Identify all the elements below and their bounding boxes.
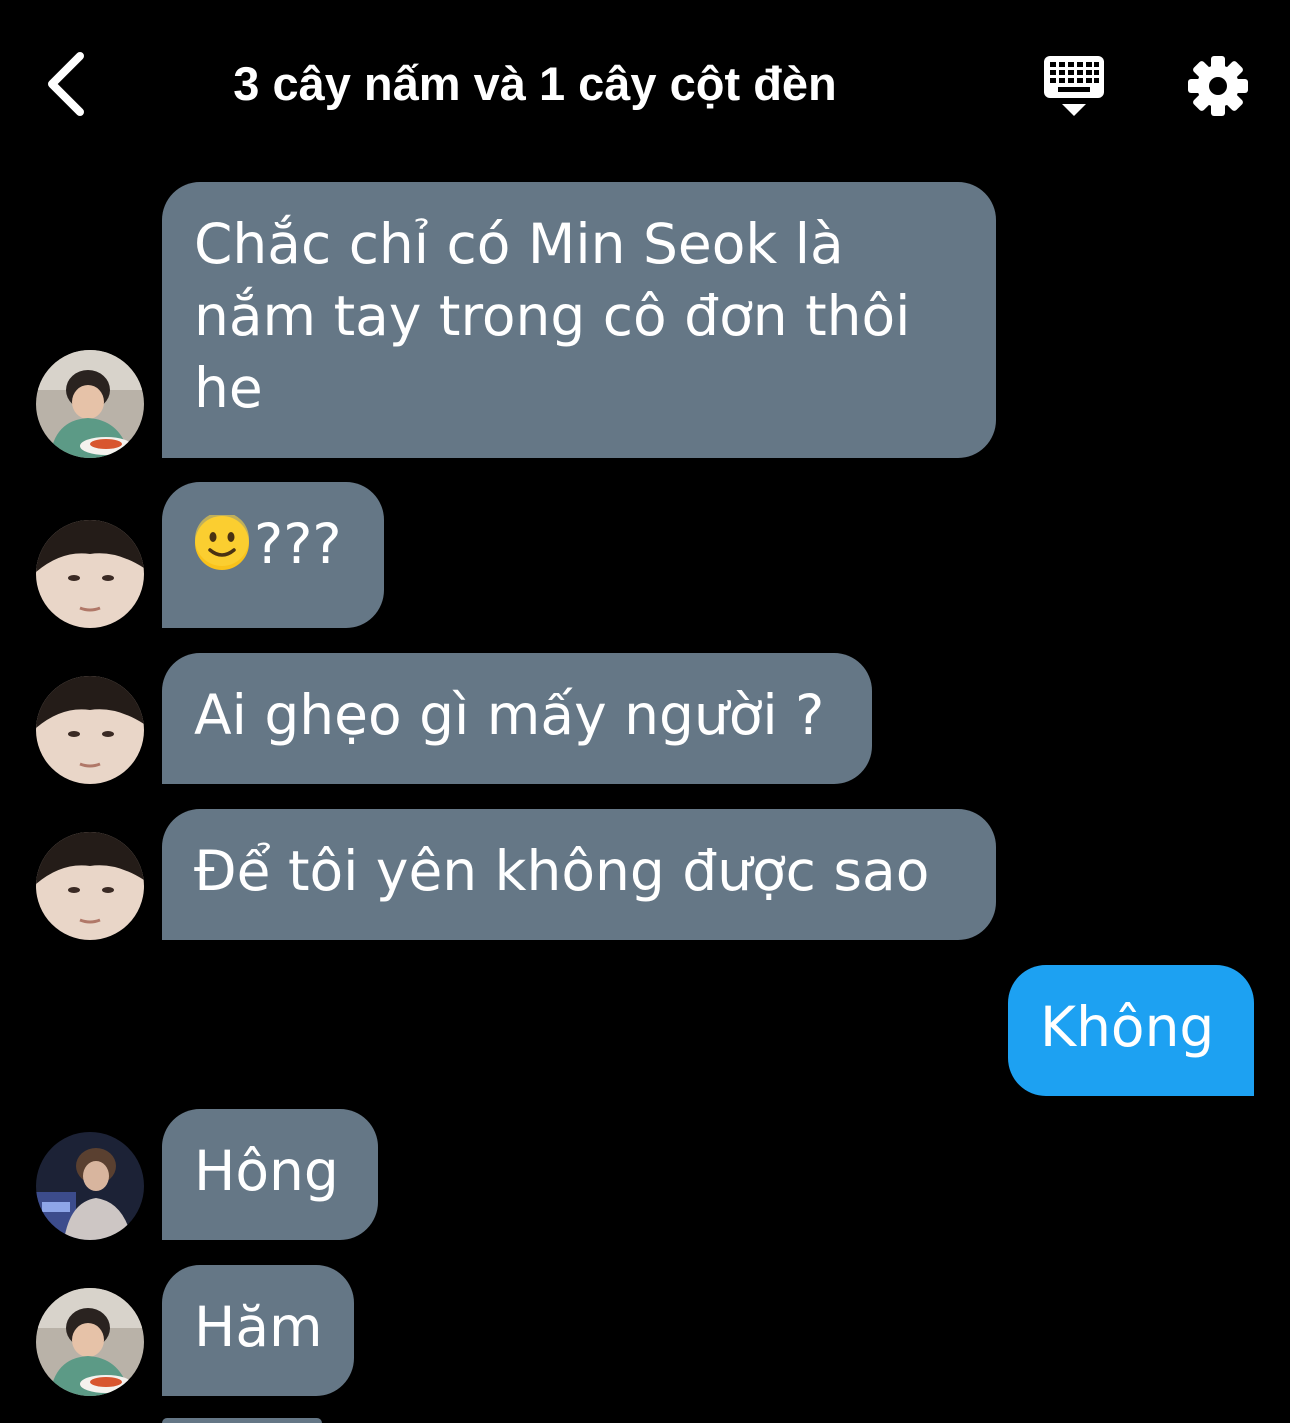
avatar[interactable]: [36, 832, 144, 940]
avatar-eating-icon: [36, 1288, 144, 1396]
message-text: Hăm: [194, 1295, 323, 1359]
message-text: Không: [1040, 995, 1215, 1059]
message-bubble-sent[interactable]: Không: [1008, 965, 1254, 1096]
message-bubble-received[interactable]: Hăm: [162, 1265, 354, 1396]
slightly-smiling-face-icon: [195, 515, 249, 570]
avatar[interactable]: [36, 1132, 144, 1240]
message-text-line: he: [194, 356, 263, 420]
message-text: Để tôi yên không được sao: [194, 839, 930, 903]
message-text-line: nắm tay trong cô đơn thôi: [194, 284, 911, 348]
avatar[interactable]: [36, 520, 144, 628]
message-bubble-partial: [162, 1418, 322, 1423]
message-bubble-received[interactable]: Chắc chỉ có Min Seok là nắm tay trong cô…: [162, 182, 996, 458]
message-list[interactable]: Chắc chỉ có Min Seok là nắm tay trong cô…: [0, 0, 1290, 1423]
message-bubble-received[interactable]: Để tôi yên không được sao: [162, 809, 996, 940]
avatar-closeup-icon: [36, 832, 144, 940]
avatar[interactable]: [36, 676, 144, 784]
avatar[interactable]: [36, 1288, 144, 1396]
avatar-closeup-icon: [36, 676, 144, 784]
message-text-line: Chắc chỉ có Min Seok là: [194, 212, 844, 276]
avatar-eating-icon: [36, 350, 144, 458]
avatar[interactable]: [36, 350, 144, 458]
message-bubble-received[interactable]: Ai ghẹo gì mấy người ?: [162, 653, 872, 784]
avatar-closeup-icon: [36, 520, 144, 628]
message-bubble-received[interactable]: Hông: [162, 1109, 378, 1240]
message-bubble-received[interactable]: ???: [162, 482, 384, 628]
message-text: Ai ghẹo gì mấy người ?: [194, 683, 825, 747]
avatar-dark-icon: [36, 1132, 144, 1240]
message-text: Hông: [194, 1139, 339, 1203]
message-text: ???: [254, 512, 342, 576]
